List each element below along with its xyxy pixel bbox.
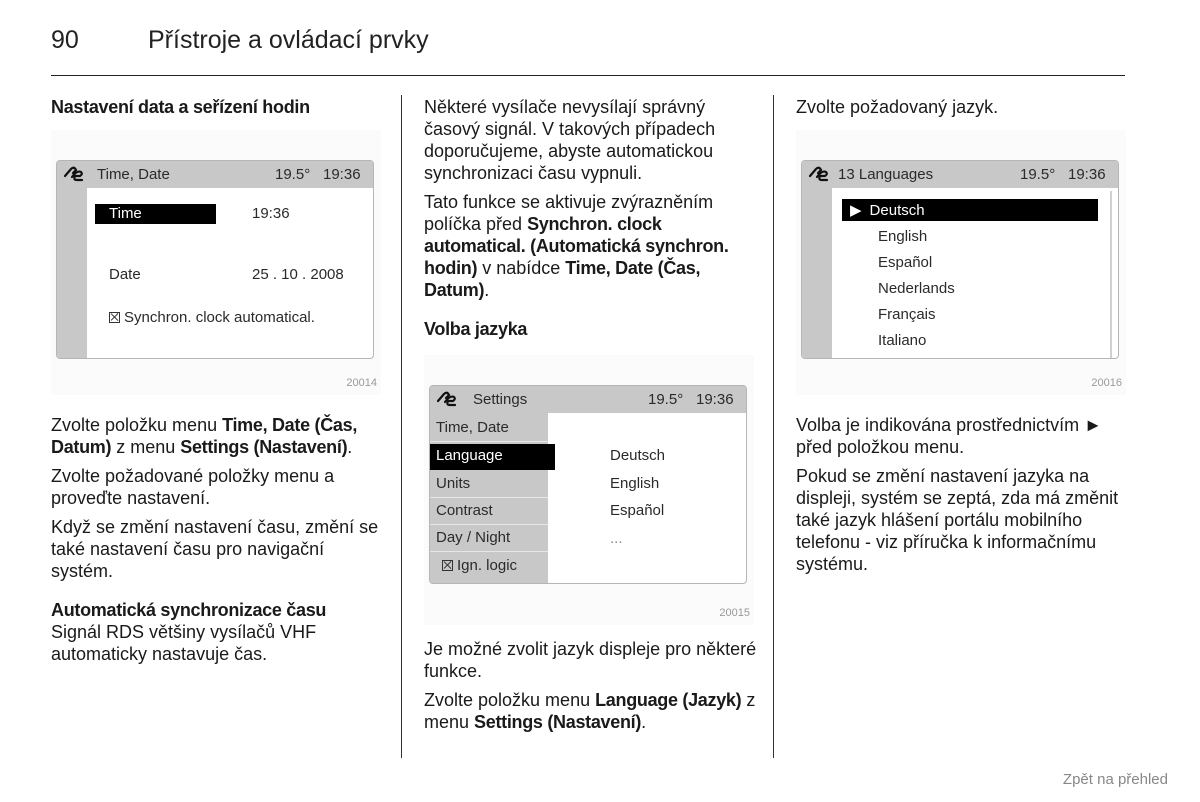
menu-item-contrast[interactable]: Contrast — [430, 499, 548, 525]
language-option-more: ... — [610, 530, 623, 547]
paragraph: Zvolte požadovaný jazyk. — [796, 97, 999, 117]
display-temperature: 19.5° — [275, 166, 311, 183]
settings-wrench-icon — [436, 391, 457, 407]
time-value: 19:36 — [252, 205, 290, 222]
synchron-clock-checkbox[interactable]: Synchron. clock automatical. — [109, 309, 315, 326]
selected-marker-icon: ▶ — [850, 202, 862, 219]
language-item-nederlands[interactable]: Nederlands — [878, 280, 955, 297]
display-top-bar: Settings 19.5° 19:36 — [430, 386, 746, 413]
display-sidebar — [802, 188, 832, 358]
section-heading: Nastavení data a seřízení hodin — [51, 97, 310, 117]
menu-item-ign-logic[interactable]: Ign. logic — [430, 554, 548, 580]
language-option: Español — [610, 502, 665, 519]
menu-item-units[interactable]: Units — [430, 472, 548, 498]
paragraph: Zvolte položku menu Time, Date (Čas, Dat… — [51, 415, 358, 457]
menu-item-time-date[interactable]: Time, Date — [430, 416, 548, 442]
paragraph: Je možné zvolit jazyk displeje pro někte… — [424, 639, 757, 681]
checkbox-label: Synchron. clock automatical. — [124, 309, 315, 326]
column-1: Nastavení data a seřízení hodin — [51, 96, 391, 118]
figure-settings: Settings 19.5° 19:36 Time, Date Language… — [424, 355, 754, 625]
settings-wrench-icon — [808, 166, 829, 182]
scrollbar[interactable] — [1110, 191, 1112, 358]
display-clock: 19:36 — [696, 391, 734, 408]
display-sidebar — [57, 188, 87, 358]
language-item-english[interactable]: English — [878, 228, 927, 245]
paragraph: Zvolte položku menu Language (Jazyk) z m… — [424, 690, 756, 732]
column-3-body: Volba je indikována prostřednictvím ► př… — [796, 414, 1136, 582]
column-divider — [773, 95, 774, 758]
display-screen: Settings 19.5° 19:36 Time, Date Language… — [429, 385, 747, 584]
language-option: English — [610, 475, 660, 492]
paragraph: Některé vysílače nevysílají správný časo… — [424, 97, 716, 183]
date-value: 25 . 10 . 2008 — [252, 266, 344, 283]
column-1-body: Zvolte položku menu Time, Date (Čas, Dat… — [51, 414, 381, 672]
checkbox-checked-icon — [442, 560, 453, 571]
figure-languages: 13 Languages 19.5° 19:36 ▶ Deutsch Englis… — [796, 130, 1126, 395]
paragraph: Pokud se změní nastavení jazyka na displ… — [796, 466, 1119, 574]
header-divider — [51, 75, 1125, 76]
page-number: 90 — [51, 26, 79, 54]
display-clock: 19:36 — [323, 166, 361, 183]
paragraph: Zvolte požadované položky menu a proveďt… — [51, 466, 335, 508]
menu-item-date[interactable]: Date — [109, 266, 141, 283]
checkbox-checked-icon — [109, 312, 120, 323]
display-screen: 13 Languages 19.5° 19:36 ▶ Deutsch Englis… — [801, 160, 1119, 359]
language-item-francais[interactable]: Français — [878, 306, 936, 323]
figure-id: 20014 — [346, 377, 377, 389]
display-temperature: 19.5° — [648, 391, 684, 408]
paragraph: Signál RDS většiny vysílačů VHF automati… — [51, 622, 317, 664]
display-clock: 19:36 — [1068, 166, 1106, 183]
settings-wrench-icon — [63, 166, 84, 182]
column-divider — [401, 95, 402, 758]
column-2-body: Je možné zvolit jazyk displeje pro někte… — [424, 638, 764, 740]
page-title: Přístroje a ovládací prvky — [148, 26, 429, 54]
column-3: Zvolte požadovaný jazyk. — [796, 96, 1136, 125]
display-temperature: 19.5° — [1020, 166, 1056, 183]
subheading: Automatická synchronizace času — [51, 600, 327, 620]
figure-id: 20016 — [1091, 377, 1122, 389]
display-top-bar: Time, Date 19.5° 19:36 — [57, 161, 373, 188]
column-2: Některé vysílače nevysílají správný časo… — [424, 96, 754, 340]
paragraph: Tato funkce se aktivuje zvýrazněním polí… — [424, 192, 729, 300]
display-screen: Time, Date 19.5° 19:36 Time 19:36 Date 2… — [56, 160, 374, 359]
language-option: Deutsch — [610, 447, 666, 464]
figure-time-date: Time, Date 19.5° 19:36 Time 19:36 Date 2… — [51, 130, 381, 395]
paragraph: Volba je indikována prostřednictvím ► př… — [796, 415, 1102, 457]
paragraph: Když se změní nastavení času, změní se t… — [51, 517, 379, 581]
arrow-marker-icon: ► — [1084, 415, 1102, 435]
display-title: Settings — [473, 391, 528, 408]
language-item-deutsch[interactable]: ▶ Deutsch — [842, 199, 1098, 221]
display-title: 13 Languages — [838, 166, 934, 183]
language-item-italiano[interactable]: Italiano — [878, 332, 926, 349]
section-heading: Volba jazyka — [424, 319, 528, 339]
menu-item-day-night[interactable]: Day / Night — [430, 526, 548, 552]
display-top-bar: 13 Languages 19.5° 19:36 — [802, 161, 1118, 188]
back-to-overview-link[interactable]: Zpět na přehled — [1063, 771, 1168, 788]
language-item-espanol[interactable]: Español — [878, 254, 932, 271]
display-title: Time, Date — [97, 166, 170, 183]
menu-item-time[interactable]: Time — [95, 204, 216, 224]
figure-id: 20015 — [719, 607, 750, 619]
menu-item-language[interactable]: Language — [430, 444, 555, 470]
